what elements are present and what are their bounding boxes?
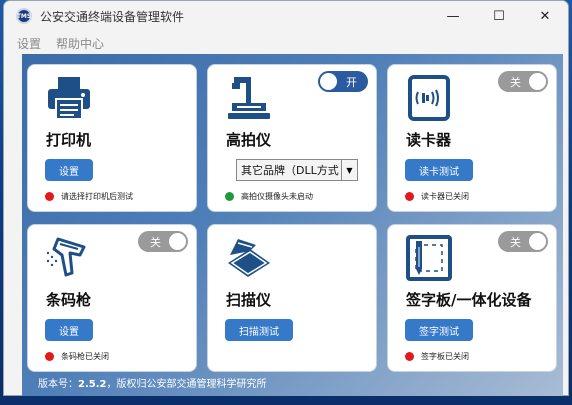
dropdown-arrow-icon: ▼ bbox=[341, 160, 357, 180]
card-reader-status: 读卡器已关闭 bbox=[405, 191, 469, 202]
toggle-knob bbox=[529, 233, 546, 250]
title-bar[interactable]: TMS 公安交通终端设备管理软件 — ☐ ✕ bbox=[4, 1, 568, 31]
signature-status-text: 签字板已关闭 bbox=[421, 352, 469, 361]
status-dot-icon bbox=[225, 192, 234, 201]
window-title: 公安交通终端设备管理软件 bbox=[40, 9, 185, 24]
camera-name: 高拍仪 bbox=[226, 131, 272, 149]
card-reader-card: 关 读卡器 读卡测试 读卡器已关闭 bbox=[387, 64, 557, 212]
close-button[interactable]: ✕ bbox=[522, 1, 568, 31]
signature-pad-icon bbox=[404, 233, 454, 283]
menu-help-center[interactable]: 帮助中心 bbox=[56, 35, 104, 52]
signature-test-button[interactable]: 签字测试 bbox=[405, 319, 473, 341]
barcode-scanner-icon bbox=[44, 233, 94, 283]
printer-icon bbox=[44, 73, 94, 123]
status-dot-icon bbox=[45, 352, 54, 361]
printer-card: 打印机 设置 请选择打印机后测试 bbox=[27, 64, 197, 212]
printer-settings-button[interactable]: 设置 bbox=[45, 159, 93, 181]
menu-bar: 设置 帮助中心 bbox=[4, 31, 568, 55]
status-dot-icon bbox=[405, 192, 414, 201]
signature-status: 签字板已关闭 bbox=[405, 351, 469, 362]
printer-name: 打印机 bbox=[46, 131, 92, 149]
camera-brand-select[interactable]: 其它品牌（DLL方式 ▼ bbox=[236, 159, 358, 181]
card-reader-toggle[interactable]: 关 bbox=[498, 71, 548, 92]
printer-status: 请选择打印机后测试 bbox=[45, 191, 133, 202]
camera-status: 高拍仪摄像头未启动 bbox=[225, 191, 313, 202]
scanner-card: 扫描仪 扫描测试 bbox=[207, 224, 377, 372]
barcode-name: 条码枪 bbox=[46, 291, 92, 309]
minimize-button[interactable]: — bbox=[430, 1, 476, 31]
scanner-name: 扫描仪 bbox=[226, 291, 272, 309]
signature-card: 关 签字板/一体化设备 签字测试 签字板已关闭 bbox=[387, 224, 557, 372]
maximize-button[interactable]: ☐ bbox=[476, 1, 522, 31]
app-logo-icon: TMS bbox=[16, 8, 32, 24]
barcode-toggle[interactable]: 关 bbox=[138, 231, 188, 252]
version-number: 2.5.2 bbox=[78, 379, 107, 390]
barcode-card: 关 条码枪 设置 条码枪已关闭 bbox=[27, 224, 197, 372]
toggle-knob bbox=[169, 233, 186, 250]
window-controls: — ☐ ✕ bbox=[430, 1, 568, 31]
camera-status-text: 高拍仪摄像头未启动 bbox=[241, 192, 313, 201]
camera-toggle[interactable]: 开 bbox=[318, 71, 368, 92]
toggle-knob bbox=[529, 73, 546, 90]
barcode-settings-button[interactable]: 设置 bbox=[45, 319, 93, 341]
card-reader-name: 读卡器 bbox=[406, 131, 452, 149]
status-dot-icon bbox=[45, 192, 54, 201]
flatbed-scanner-icon bbox=[224, 233, 274, 283]
scanner-test-button[interactable]: 扫描测试 bbox=[225, 319, 293, 341]
barcode-status-text: 条码枪已关闭 bbox=[61, 352, 109, 361]
copyright-text: ，版权归公安部交通管理科学研究所 bbox=[106, 379, 267, 390]
menu-settings[interactable]: 设置 bbox=[17, 35, 41, 52]
document-camera-icon bbox=[224, 73, 274, 123]
status-dot-icon bbox=[405, 352, 414, 361]
camera-card: 开 高拍仪 其它品牌（DLL方式 ▼ 高拍仪摄像头未启动 bbox=[207, 64, 377, 212]
card-reader-icon bbox=[404, 73, 454, 123]
footer-version: 版本号：2.5.2，版权归公安部交通管理科学研究所 bbox=[38, 379, 267, 390]
signature-toggle[interactable]: 关 bbox=[498, 231, 548, 252]
barcode-status: 条码枪已关闭 bbox=[45, 351, 109, 362]
card-reader-status-text: 读卡器已关闭 bbox=[421, 192, 469, 201]
card-reader-test-button[interactable]: 读卡测试 bbox=[405, 159, 473, 181]
printer-status-text: 请选择打印机后测试 bbox=[61, 192, 133, 201]
device-panel: 打印机 设置 请选择打印机后测试 开 高拍仪 其它品牌（DLL方式 ▼ 高拍仪摄… bbox=[22, 54, 563, 396]
toggle-knob bbox=[320, 73, 337, 90]
signature-name: 签字板/一体化设备 bbox=[406, 291, 532, 309]
